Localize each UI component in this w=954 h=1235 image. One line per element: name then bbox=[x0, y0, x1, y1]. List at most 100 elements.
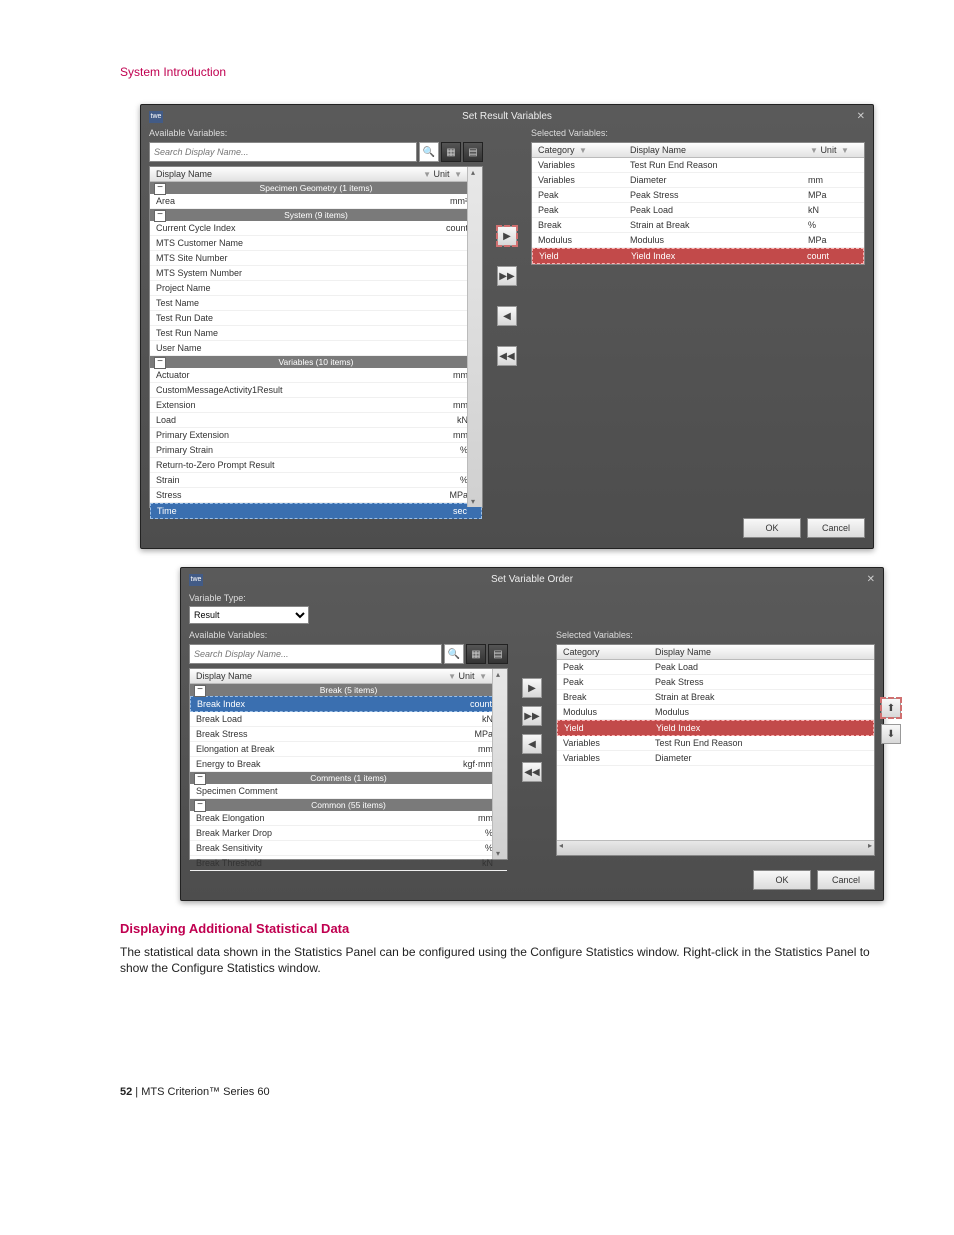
list-item[interactable]: VariablesDiameter bbox=[557, 751, 874, 766]
list-item[interactable]: Break Marker Drop% bbox=[190, 826, 507, 841]
col-unit[interactable]: Unit bbox=[820, 145, 836, 155]
list-item[interactable]: Current Cycle Indexcount bbox=[150, 221, 482, 236]
list-item[interactable]: Test Run Name bbox=[150, 326, 482, 341]
list-item[interactable]: Project Name bbox=[150, 281, 482, 296]
list-item[interactable]: LoadkN bbox=[150, 413, 482, 428]
list-item[interactable]: BreakStrain at Break% bbox=[532, 218, 864, 233]
cancel-button[interactable]: Cancel bbox=[807, 518, 865, 538]
filter-icon[interactable]: ▼ bbox=[579, 146, 587, 155]
collapse-icon[interactable]: − bbox=[154, 357, 166, 369]
cancel-button[interactable]: Cancel bbox=[817, 870, 875, 890]
list-item[interactable]: Break StressMPa bbox=[190, 727, 507, 742]
filter-icon[interactable]: ▼ bbox=[448, 672, 456, 681]
collapse-icon[interactable]: − bbox=[154, 183, 166, 195]
list-item[interactable]: ModulusModulusMPa bbox=[532, 233, 864, 248]
group-header[interactable]: −Common (55 items) bbox=[190, 799, 507, 811]
list-item[interactable]: Strain% bbox=[150, 473, 482, 488]
list-item[interactable]: Primary Extensionmm bbox=[150, 428, 482, 443]
close-icon[interactable]: ✕ bbox=[857, 111, 865, 122]
list-item[interactable]: PeakPeak LoadkN bbox=[532, 203, 864, 218]
list-item[interactable]: Elongation at Breakmm bbox=[190, 742, 507, 757]
collapse-icon[interactable]: − bbox=[194, 800, 206, 812]
list-item[interactable]: StressMPa bbox=[150, 488, 482, 503]
filter-icon[interactable]: ▼ bbox=[841, 146, 849, 155]
list-item[interactable]: Primary Strain% bbox=[150, 443, 482, 458]
filter-icon[interactable]: ▼ bbox=[454, 170, 462, 179]
filter-icon[interactable]: ▼ bbox=[810, 146, 818, 155]
list-item[interactable]: Return-to-Zero Prompt Result bbox=[150, 458, 482, 473]
list-item[interactable]: Test Run Date bbox=[150, 311, 482, 326]
group-header[interactable]: −System (9 items) bbox=[150, 209, 482, 221]
list-item[interactable]: MTS Site Number bbox=[150, 251, 482, 266]
col-category[interactable]: Category bbox=[538, 145, 575, 155]
remove-button[interactable]: ◀ bbox=[497, 306, 517, 326]
group-header[interactable]: −Comments (1 items) bbox=[190, 772, 507, 784]
close-icon[interactable]: ✕ bbox=[867, 574, 875, 585]
remove-button[interactable]: ◀ bbox=[522, 734, 542, 754]
group-header[interactable]: −Break (5 items) bbox=[190, 684, 507, 696]
list-item[interactable]: MTS Customer Name bbox=[150, 236, 482, 251]
list-item[interactable]: Timesec bbox=[150, 503, 482, 519]
search-icon[interactable]: 🔍 bbox=[444, 644, 464, 664]
collapse-icon[interactable]: − bbox=[194, 685, 206, 697]
view-grid-icon[interactable]: ▦ bbox=[466, 644, 486, 664]
ok-button[interactable]: OK bbox=[753, 870, 811, 890]
list-item[interactable]: Break LoadkN bbox=[190, 712, 507, 727]
list-item[interactable]: VariablesTest Run End Reason bbox=[532, 158, 864, 173]
list-item[interactable]: PeakPeak Stress bbox=[557, 675, 874, 690]
add-all-button[interactable]: ▶▶ bbox=[497, 266, 517, 286]
collapse-icon[interactable]: − bbox=[154, 210, 166, 222]
view-list-icon[interactable]: ▤ bbox=[488, 644, 508, 664]
move-down-button[interactable]: ⬇ bbox=[881, 724, 901, 744]
scrollbar[interactable] bbox=[467, 167, 482, 507]
list-item[interactable]: User Name bbox=[150, 341, 482, 356]
horizontal-scrollbar[interactable]: ◂▸ bbox=[557, 840, 874, 855]
list-item[interactable]: Test Name bbox=[150, 296, 482, 311]
remove-all-button[interactable]: ◀◀ bbox=[522, 762, 542, 782]
search-icon[interactable]: 🔍 bbox=[419, 142, 439, 162]
col-unit[interactable]: Unit bbox=[434, 169, 450, 179]
list-item[interactable]: Break Elongationmm bbox=[190, 811, 507, 826]
selected-listbox[interactable]: Category Display Name PeakPeak LoadPeakP… bbox=[556, 644, 875, 856]
filter-icon[interactable]: ▼ bbox=[479, 672, 487, 681]
list-item[interactable]: Energy to Breakkgf·mm bbox=[190, 757, 507, 772]
list-item[interactable]: MTS System Number bbox=[150, 266, 482, 281]
available-listbox[interactable]: Display Name ▼ Unit ▼ −Break (5 items)Br… bbox=[189, 668, 508, 860]
col-category[interactable]: Category bbox=[563, 647, 600, 657]
list-item[interactable]: Break Sensitivity% bbox=[190, 841, 507, 856]
list-item[interactable]: Extensionmm bbox=[150, 398, 482, 413]
list-item[interactable]: Areamm² bbox=[150, 194, 482, 209]
col-display-name[interactable]: Display Name bbox=[196, 671, 252, 681]
group-header[interactable]: −Variables (10 items) bbox=[150, 356, 482, 368]
variable-type-select[interactable]: Result bbox=[189, 606, 309, 624]
list-item[interactable]: PeakPeak StressMPa bbox=[532, 188, 864, 203]
list-item[interactable]: Break Indexcount bbox=[190, 696, 507, 712]
selected-listbox[interactable]: Category ▼ Display Name ▼ Unit ▼ Variabl… bbox=[531, 142, 865, 265]
add-all-button[interactable]: ▶▶ bbox=[522, 706, 542, 726]
list-item[interactable]: BreakStrain at Break bbox=[557, 690, 874, 705]
add-button[interactable]: ▶ bbox=[497, 226, 517, 246]
list-item[interactable]: Actuatormm bbox=[150, 368, 482, 383]
list-item[interactable]: ModulusModulus bbox=[557, 705, 874, 720]
list-item[interactable]: Break ThresholdkN bbox=[190, 856, 507, 871]
search-input[interactable] bbox=[149, 142, 417, 162]
ok-button[interactable]: OK bbox=[743, 518, 801, 538]
filter-icon[interactable]: ▼ bbox=[423, 170, 431, 179]
col-display-name[interactable]: Display Name bbox=[630, 145, 686, 155]
scrollbar[interactable] bbox=[492, 669, 507, 859]
collapse-icon[interactable]: − bbox=[194, 773, 206, 785]
list-item[interactable]: VariablesDiametermm bbox=[532, 173, 864, 188]
list-item[interactable]: YieldYield Indexcount bbox=[532, 248, 864, 264]
add-button[interactable]: ▶ bbox=[522, 678, 542, 698]
col-display-name[interactable]: Display Name bbox=[156, 169, 212, 179]
search-input[interactable] bbox=[189, 644, 442, 664]
list-item[interactable]: CustomMessageActivity1Result bbox=[150, 383, 482, 398]
list-item[interactable]: VariablesTest Run End Reason bbox=[557, 736, 874, 751]
view-grid-icon[interactable]: ▦ bbox=[441, 142, 461, 162]
remove-all-button[interactable]: ◀◀ bbox=[497, 346, 517, 366]
list-item[interactable]: Specimen Comment bbox=[190, 784, 507, 799]
move-up-button[interactable]: ⬆ bbox=[881, 698, 901, 718]
available-listbox[interactable]: Display Name ▼ Unit ▼ −Specimen Geometry… bbox=[149, 166, 483, 508]
list-item[interactable]: PeakPeak Load bbox=[557, 660, 874, 675]
list-item[interactable]: YieldYield Index bbox=[557, 720, 874, 736]
